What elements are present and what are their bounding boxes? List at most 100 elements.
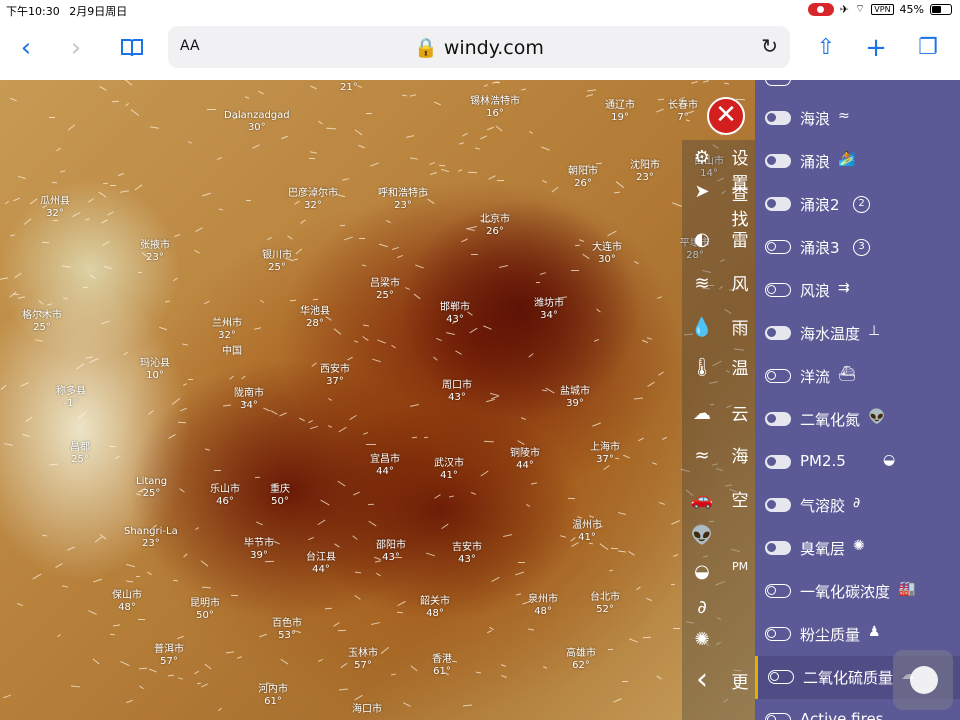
url-text[interactable]: 🔒 windy.com	[168, 36, 790, 59]
layer-item[interactable]: 海浪 ≈	[755, 97, 960, 140]
layer-label: 海水温度	[800, 325, 861, 343]
assistive-touch-button[interactable]	[893, 650, 953, 710]
locate-icon[interactable]: ➤	[690, 180, 714, 204]
wind-dash	[486, 127, 494, 131]
wind-dash	[94, 536, 103, 543]
globe-icon[interactable]: ◐	[690, 228, 714, 252]
layer-toggle[interactable]	[765, 369, 791, 383]
city-name: 瓜州县	[40, 196, 70, 207]
wind-dash	[641, 339, 649, 344]
wind-dash	[201, 192, 211, 196]
wind-dash	[377, 338, 386, 344]
side-layer-label[interactable]: 查找	[726, 180, 754, 230]
rain-drop-icon[interactable]: 💧	[690, 316, 714, 340]
wind-dash	[484, 84, 489, 87]
layer-item[interactable]: 海水温度 ⊥	[755, 312, 960, 355]
city-name: 沈阳市	[630, 160, 660, 171]
city-label: Dalanzadgad 30°	[224, 110, 290, 134]
close-icon[interactable]: ✕	[707, 97, 745, 135]
wifi-icon: ⌔	[854, 2, 866, 15]
weather-map[interactable]: 锡林浩特市 16° 通辽市 19° 长春市 7° Dalanzadgad 30° 巴彦淖尔市 32…	[0, 80, 755, 720]
layer-toggle[interactable]	[765, 412, 791, 426]
reload-icon[interactable]: ↻	[761, 34, 778, 58]
share-icon[interactable]: ⇧	[810, 32, 842, 64]
wind-dash	[539, 272, 546, 276]
wind-dash	[254, 327, 262, 330]
wind-dash	[126, 699, 133, 704]
wind-icon[interactable]: ≋	[690, 272, 714, 296]
wind-dash	[14, 273, 22, 279]
city-label: 宜昌市 44°	[370, 454, 400, 478]
wind-dash	[595, 162, 603, 165]
wind-dash	[429, 161, 436, 165]
wind-dash	[99, 85, 108, 92]
side-layer-label[interactable]: 雷	[726, 226, 754, 251]
chevron-left-icon[interactable]: ‹	[690, 665, 714, 695]
layer-toggle[interactable]	[768, 670, 794, 684]
back-icon[interactable]: ‹	[10, 32, 42, 64]
layer-toggle[interactable]	[765, 455, 791, 469]
layer-item[interactable]: 风浪 ⇉	[755, 269, 960, 312]
city-temperature: 48°	[426, 608, 444, 619]
layer-item[interactable]: 臭氧层 ✺	[755, 527, 960, 570]
side-layer-label[interactable]: 温	[726, 354, 754, 379]
car-icon[interactable]: 🚗	[690, 488, 714, 512]
layer-label: 风浪	[800, 282, 831, 300]
wind-dash	[231, 594, 238, 596]
aerosol-icon[interactable]: ∂	[690, 596, 714, 620]
layer-toggle[interactable]	[765, 713, 791, 720]
wind-dash	[173, 277, 178, 281]
wind-dash	[146, 571, 152, 576]
side-layer-label[interactable]: PM	[726, 560, 754, 573]
alien-icon[interactable]: 👽	[690, 524, 714, 548]
layer-toggle[interactable]	[765, 584, 791, 598]
side-layer-label[interactable]: 海	[726, 442, 754, 467]
layer-toggle[interactable]	[765, 627, 791, 641]
side-layer-label[interactable]: 更	[726, 668, 754, 693]
city-label: 长春市 7°	[668, 100, 698, 124]
wind-dash	[358, 237, 366, 239]
layer-toggle[interactable]	[765, 197, 791, 211]
layer-toggle[interactable]	[765, 326, 791, 340]
wind-dash	[376, 572, 381, 577]
thermometer-icon[interactable]: 🌡	[690, 356, 714, 380]
layer-item[interactable]: 二氧化氮 👽	[755, 398, 960, 441]
layer-toggle[interactable]	[765, 498, 791, 512]
side-layer-label[interactable]: 云	[726, 400, 754, 425]
new-tab-icon[interactable]: +	[860, 32, 892, 64]
side-layer-label[interactable]: 雨	[726, 314, 754, 339]
wind-dash	[636, 586, 641, 591]
wind-dash	[362, 432, 368, 436]
ozone-icon[interactable]: ◒	[690, 560, 714, 584]
gear-icon[interactable]: ⚙	[690, 146, 714, 170]
layer-toggle[interactable]	[765, 283, 791, 297]
side-layer-label[interactable]: 风	[726, 270, 754, 295]
layer-item[interactable]: 涌浪 🏄	[755, 140, 960, 183]
layer-item[interactable]: 气溶胶 ∂	[755, 484, 960, 527]
side-layer-label[interactable]: 空	[726, 486, 754, 511]
cloud-icon[interactable]: ☁	[690, 402, 714, 426]
wind-dash	[177, 676, 184, 680]
waves-icon[interactable]: ≈	[690, 444, 714, 468]
tabs-icon[interactable]: ❐	[912, 32, 944, 64]
wind-dash	[279, 658, 288, 665]
wind-dash	[617, 511, 626, 515]
layer-item[interactable]: 一氧化碳浓度 🏭	[755, 570, 960, 613]
city-label: 普洱市 57°	[154, 644, 184, 668]
layer-item[interactable]: 洋流 ⛴	[755, 355, 960, 398]
layer-item[interactable]: PM2.5 ◒	[755, 441, 960, 484]
layer-toggle[interactable]	[765, 154, 791, 168]
layer-toggle[interactable]	[765, 541, 791, 555]
address-bar[interactable]: AA 🔒 windy.com ↻	[168, 26, 790, 68]
spiral-icon[interactable]: ✺	[690, 628, 714, 652]
city-temperature: 50°	[271, 496, 289, 507]
forward-icon[interactable]: ›	[60, 32, 92, 64]
layer-item[interactable]: 涌浪3 3	[755, 226, 960, 269]
layer-toggle[interactable]	[765, 240, 791, 254]
layer-toggle[interactable]	[765, 111, 791, 125]
layer-label: 涌浪2	[800, 196, 840, 214]
wind-dash	[337, 629, 346, 631]
wind-dash	[638, 437, 644, 442]
layer-item[interactable]: 涌浪2 2	[755, 183, 960, 226]
bookmarks-icon[interactable]	[116, 32, 148, 64]
